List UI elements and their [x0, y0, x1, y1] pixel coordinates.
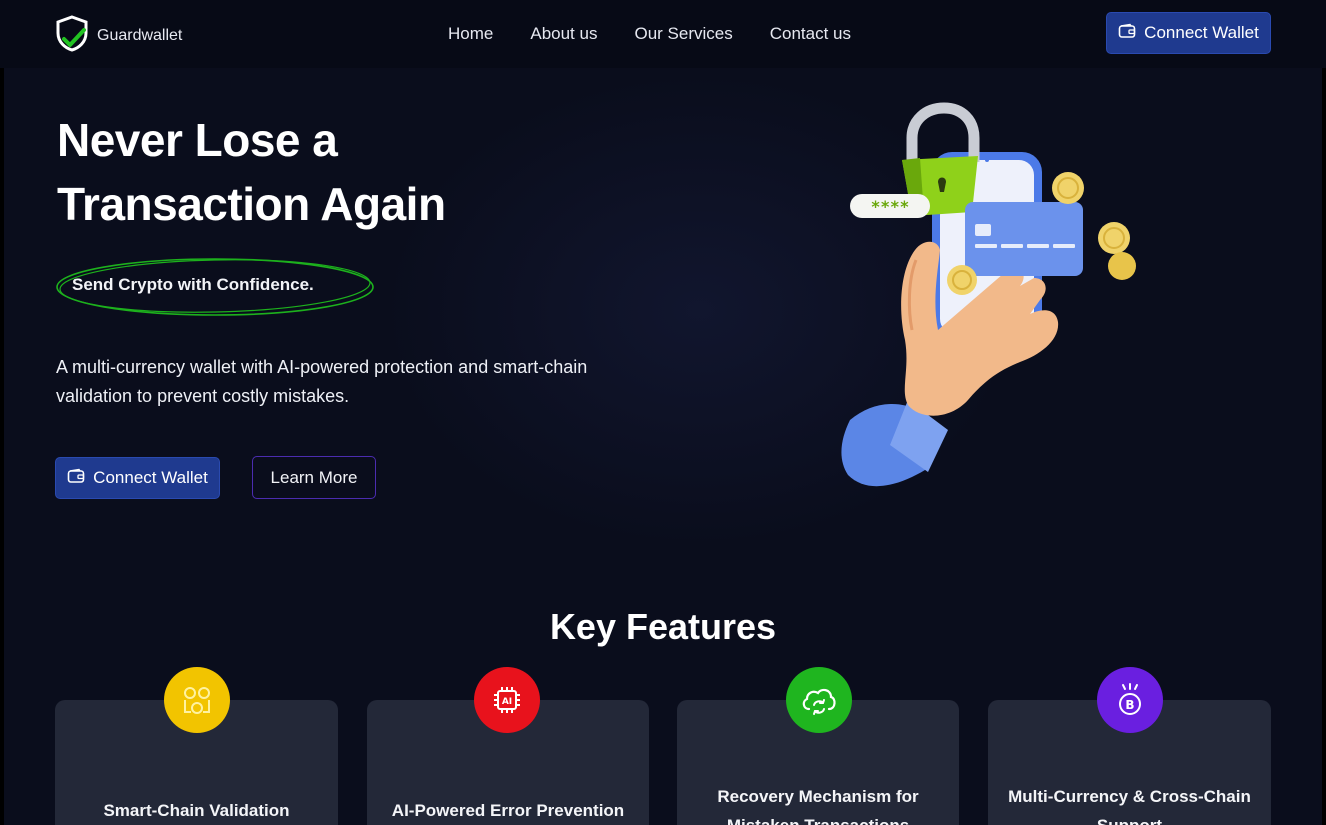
nav-services-link[interactable]: Our Services: [634, 24, 732, 44]
feature-card-title: AI-Powered Error Prevention: [391, 801, 625, 820]
hero-title-line-1: Never Lose a: [57, 114, 338, 166]
cloud-sync-icon: [786, 667, 852, 733]
hero-connect-wallet-button[interactable]: Connect Wallet: [55, 457, 220, 499]
hero-tagline-badge: Send Crypto with Confidence.: [54, 255, 376, 319]
bitcoin-icon: B: [1097, 667, 1163, 733]
nav-contact-link[interactable]: Contact us: [770, 24, 851, 44]
hero-title-line-2: Transaction Again: [57, 178, 446, 230]
ai-chip-icon: AI: [474, 667, 540, 733]
blocks-icon: [164, 667, 230, 733]
features-heading: Key Features: [549, 606, 777, 647]
wallet-icon: [67, 468, 85, 489]
hero-description: A multi-currency wallet with AI-powered …: [56, 357, 588, 406]
nav-connect-wallet-label: Connect Wallet: [1144, 23, 1259, 42]
shield-check-icon: [55, 14, 89, 57]
hero-illustration: ****: [820, 100, 1160, 500]
credit-card-shape: [965, 202, 1083, 276]
hero-connect-wallet-label: Connect Wallet: [93, 468, 208, 487]
window-edge-left: [0, 0, 4, 825]
nav-links: Home About us Our Services Contact us: [448, 24, 888, 44]
password-mask-text: ****: [871, 197, 910, 216]
feature-card-title: Recovery Mechanism for Mistaken Transact…: [717, 787, 919, 825]
brand-logo[interactable]: Guardwallet: [55, 14, 182, 57]
svg-text:B: B: [1125, 698, 1134, 712]
nav-about-link[interactable]: About us: [530, 24, 597, 44]
wallet-icon: [1118, 23, 1136, 44]
hero-tagline: Send Crypto with Confidence.: [72, 275, 314, 294]
nav-connect-wallet-button[interactable]: Connect Wallet: [1106, 12, 1271, 54]
svg-text:AI: AI: [502, 697, 512, 707]
brand-name: Guardwallet: [97, 26, 183, 44]
hero-title: Never Lose a Transaction Again: [57, 108, 537, 236]
navbar: Guardwallet Home About us Our Services C…: [0, 0, 1326, 68]
learn-more-button[interactable]: Learn More: [252, 456, 376, 499]
feature-card-title: Smart-Chain Validation: [103, 801, 290, 820]
nav-home-link[interactable]: Home: [448, 24, 493, 44]
window-edge-right: [1322, 0, 1326, 825]
feature-card-title: Multi-Currency & Cross-Chain Support: [1008, 787, 1251, 825]
password-pill: ****: [850, 194, 930, 218]
